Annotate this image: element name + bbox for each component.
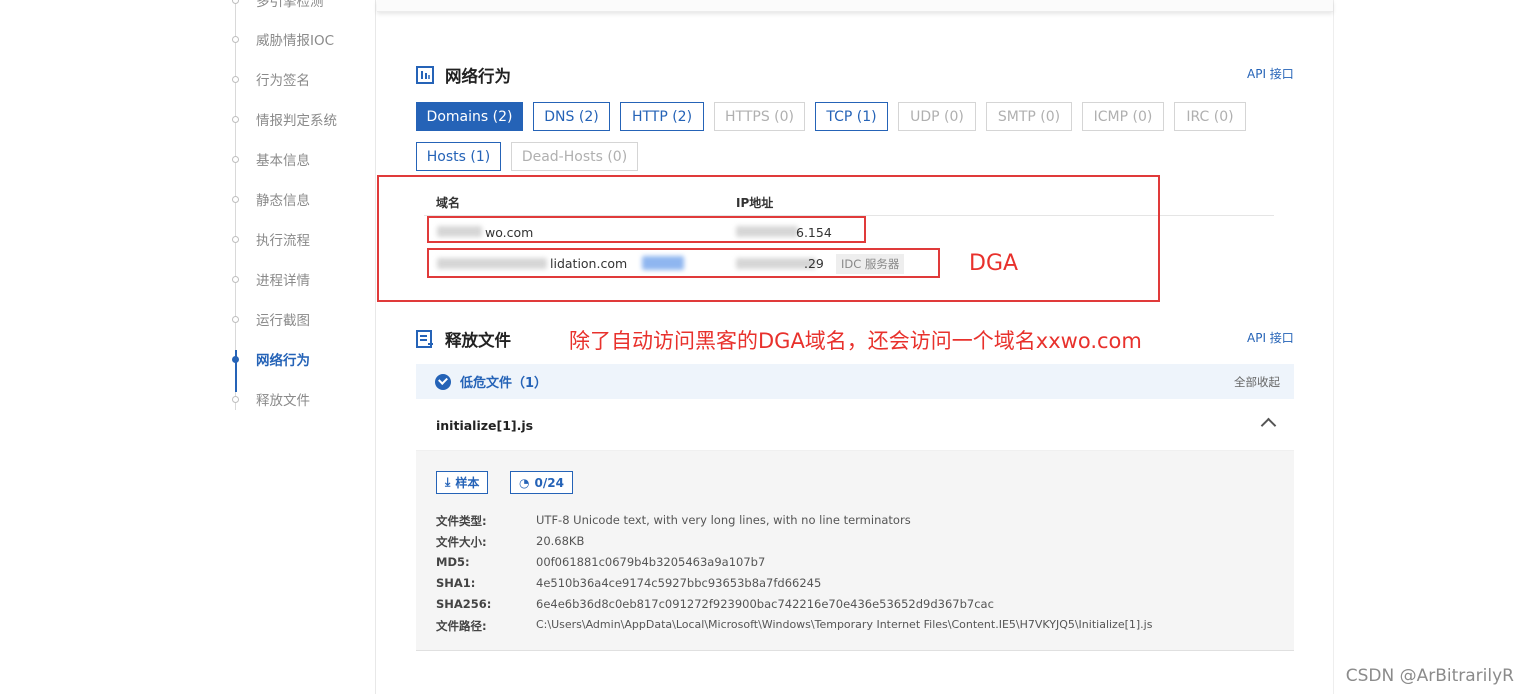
sidebar-item-network[interactable]: 网络行为: [232, 349, 310, 369]
csdn-watermark: CSDN @ArBitrarilyR: [1345, 666, 1514, 686]
network-title: 网络行为: [445, 67, 511, 86]
md5-label: MD5:: [436, 555, 470, 569]
sidebar-item-label: 情报判定系统: [256, 113, 337, 129]
sidebar-item-basic-info[interactable]: 基本信息: [232, 149, 310, 169]
file-type-label: 文件类型:: [436, 514, 487, 528]
tab-irc[interactable]: IRC (0): [1174, 102, 1246, 131]
sidebar-item-behavior-signature[interactable]: 行为签名: [232, 69, 310, 89]
sidebar-item-released-files[interactable]: 释放文件: [232, 389, 310, 409]
sha1-label: SHA1:: [436, 576, 476, 590]
sidebar-item-label: 多引擎检测: [256, 0, 324, 10]
sidebar-item-label: 威胁情报IOC: [256, 33, 335, 49]
file-path-value: C:\Users\Admin\AppData\Local\Microsoft\W…: [536, 618, 1153, 631]
annotation-note: 除了自动访问黑客的DGA域名，还会访问一个域名xxwo.com: [569, 329, 1142, 353]
tab-https[interactable]: HTTPS (0): [714, 102, 805, 131]
network-icon: [416, 66, 434, 84]
file-size-label: 文件大小:: [436, 535, 487, 549]
released-files-title: 释放文件: [445, 331, 511, 350]
sidebar-nav: 多引擎检测 威胁情报IOC 行为签名 情报判定系统 基本信息 静态信息 执行流程…: [0, 0, 376, 694]
timeline-dot-icon: [232, 195, 239, 203]
sidebar-item-label: 执行流程: [256, 233, 310, 249]
tab-hosts[interactable]: Hosts (1): [416, 142, 501, 171]
download-icon: ⤓: [445, 475, 451, 489]
network-api-link[interactable]: API 接口: [1247, 65, 1294, 82]
low-risk-files-group[interactable]: 低危文件（1） 全部收起: [416, 364, 1294, 399]
tab-domains[interactable]: Domains (2): [416, 102, 523, 131]
file-detail-panel: ⤓ 样本 ◔ 0/24 文件类型: UTF-8 Unicode text, wi…: [416, 451, 1294, 651]
group-title: 低危文件（1）: [460, 376, 548, 391]
network-section-title: 网络行为: [416, 63, 511, 87]
gauge-icon: ◔: [519, 475, 530, 490]
annotation-box-row-2: [427, 248, 940, 278]
sidebar-item-label: 释放文件: [256, 393, 310, 409]
file-size-value: 20.68KB: [536, 534, 585, 548]
sha256-label: SHA256:: [436, 597, 492, 611]
timeline-dot-icon: [232, 315, 239, 323]
sha1-value: 4e510b36a4ce9174c5927bbc93653b8a7fd66245: [536, 576, 822, 590]
download-sample-button[interactable]: ⤓ 样本: [436, 471, 489, 494]
previous-card-edge: [377, 0, 1333, 12]
annotation-box-row-1: [427, 216, 866, 243]
sidebar-item-label: 网络行为: [256, 353, 310, 369]
collapse-all-link[interactable]: 全部收起: [1234, 374, 1280, 390]
timeline-dot-icon: [232, 75, 239, 83]
check-circle-icon: [435, 373, 451, 390]
sidebar-item-exec-flow[interactable]: 执行流程: [232, 229, 310, 249]
tab-http[interactable]: HTTP (2): [620, 102, 704, 131]
sidebar-item-multi-engine[interactable]: 多引擎检测: [232, 0, 324, 10]
timeline-dot-icon: [232, 0, 239, 4]
sidebar-item-label: 行为签名: [256, 73, 310, 89]
sidebar-item-static-info[interactable]: 静态信息: [232, 189, 310, 209]
timeline-dot-icon: [232, 275, 239, 283]
sidebar-item-screenshots[interactable]: 运行截图: [232, 309, 310, 329]
timeline-dot-icon: [232, 355, 239, 363]
chevron-up-icon[interactable]: [1260, 417, 1277, 434]
tab-smtp[interactable]: SMTP (0): [986, 102, 1072, 131]
timeline-dot-icon: [232, 235, 239, 243]
file-row[interactable]: initialize[1].js: [416, 400, 1294, 451]
timeline-dot-icon: [232, 155, 239, 163]
sha256-value: 6e4e6b36d8c0eb817c091272f923900bac742216…: [536, 597, 994, 611]
sidebar-item-process-detail[interactable]: 进程详情: [232, 269, 310, 289]
tab-icmp[interactable]: ICMP (0): [1082, 102, 1164, 131]
main-content: 网络行为 API 接口 Domains (2) DNS (2) HTTP (2)…: [377, 0, 1334, 694]
sidebar-item-label: 进程详情: [256, 273, 310, 289]
tab-dead-hosts[interactable]: Dead-Hosts (0): [511, 142, 638, 171]
detection-ratio-button[interactable]: ◔ 0/24: [510, 471, 573, 494]
timeline-dot-icon: [232, 35, 239, 43]
tab-tcp[interactable]: TCP (1): [815, 102, 888, 131]
annotation-dga-label: DGA: [969, 251, 1019, 276]
sidebar-item-label: 基本信息: [256, 153, 310, 169]
file-path-label: 文件路径:: [436, 619, 487, 633]
sidebar-item-intel-verdict[interactable]: 情报判定系统: [232, 109, 337, 129]
file-name: initialize[1].js: [436, 418, 534, 433]
tab-udp[interactable]: UDP (0): [898, 102, 976, 131]
file-type-value: UTF-8 Unicode text, with very long lines…: [536, 513, 911, 527]
tab-dns[interactable]: DNS (2): [533, 102, 610, 131]
detection-ratio-label: 0/24: [534, 475, 564, 490]
sidebar-item-ioc[interactable]: 威胁情报IOC: [232, 29, 334, 49]
sample-button-label: 样本: [455, 476, 480, 490]
released-files-section-title: 释放文件: [416, 327, 511, 351]
md5-value: 00f061881c0679b4b3205463a9a107b7: [536, 555, 766, 569]
file-list-icon: [416, 330, 434, 348]
sidebar-item-label: 运行截图: [256, 313, 310, 329]
released-files-api-link[interactable]: API 接口: [1247, 329, 1294, 346]
sidebar-item-label: 静态信息: [256, 193, 310, 209]
timeline-dot-icon: [232, 395, 239, 403]
timeline-dot-icon: [232, 115, 239, 123]
